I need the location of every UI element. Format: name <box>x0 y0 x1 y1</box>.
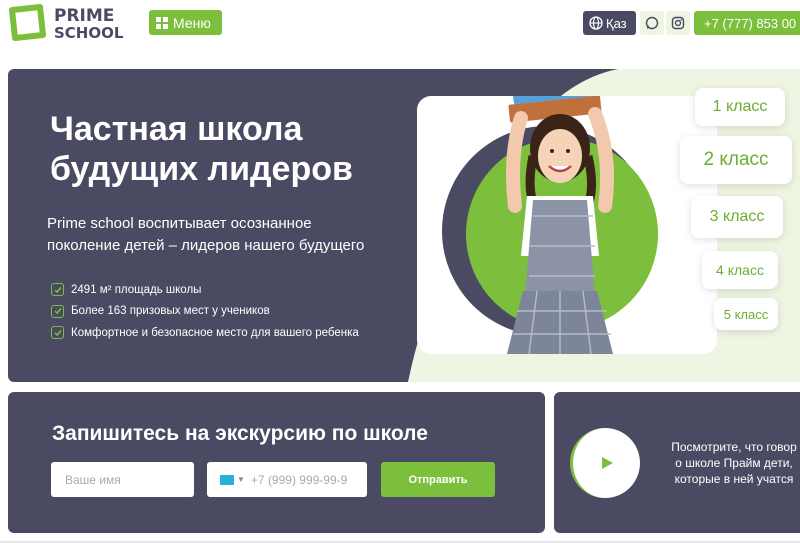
play-button[interactable] <box>570 428 640 498</box>
check-icon <box>51 304 64 318</box>
submit-button[interactable]: Отправить <box>381 462 495 497</box>
video-caption: Посмотрите, что говор о школе Прайм дети… <box>671 440 797 486</box>
feature-item: 2491 м² площадь школы <box>51 279 359 301</box>
whatsapp-button[interactable] <box>640 11 664 35</box>
video-panel: Посмотрите, что говор о школе Прайм дети… <box>554 392 800 533</box>
menu-button[interactable]: Меню <box>149 10 222 35</box>
menu-label: Меню <box>173 14 211 31</box>
class-3-button[interactable]: 3 класс <box>691 196 783 238</box>
globe-icon <box>589 16 603 30</box>
header: PRIME SCHOOL Меню Қаз +7 (777) 853 00 <box>0 0 800 50</box>
class-5-button[interactable]: 5 класс <box>714 298 778 330</box>
instagram-icon <box>671 16 685 30</box>
name-input[interactable]: Ваше имя <box>51 462 194 497</box>
feature-item: Более 163 призовых мест у учеников <box>51 301 359 323</box>
check-icon <box>51 283 64 297</box>
hero-subtitle: Prime school воспитывает осознанное поко… <box>47 215 365 254</box>
feature-list: 2491 м² площадь школы Более 163 призовых… <box>51 279 359 344</box>
hero-section: Частная школа будущих лидеров Prime scho… <box>8 69 800 382</box>
logo-icon <box>9 4 46 41</box>
language-label: Қаз <box>606 15 627 31</box>
student-photo-card <box>417 96 717 354</box>
instagram-button[interactable] <box>666 11 690 35</box>
class-2-button[interactable]: 2 класс <box>680 136 792 184</box>
language-button[interactable]: Қаз <box>583 11 636 35</box>
phone-input[interactable]: ▼ +7 (999) 999-99-9 <box>207 462 367 497</box>
logo[interactable]: PRIME SCHOOL <box>8 4 126 44</box>
form-title: Запишитесь на экскурсию по школе <box>52 422 428 445</box>
feature-item: Комфортное и безопасное место для вашего… <box>51 322 359 344</box>
class-4-button[interactable]: 4 класс <box>702 251 778 289</box>
excursion-form: Запишитесь на экскурсию по школе Ваше им… <box>8 392 545 533</box>
logo-text: PRIME SCHOOL <box>54 8 123 42</box>
grid-icon <box>156 16 168 29</box>
chevron-down-icon[interactable]: ▼ <box>237 475 245 484</box>
phone-placeholder: +7 (999) 999-99-9 <box>250 472 348 487</box>
whatsapp-icon <box>645 16 659 30</box>
hero-title: Частная школа будущих лидеров <box>50 110 353 188</box>
logo-line1: PRIME <box>54 6 115 26</box>
check-icon <box>51 326 64 340</box>
class-1-button[interactable]: 1 класс <box>695 88 785 126</box>
student-illustration <box>442 96 658 354</box>
kz-flag-icon[interactable] <box>220 474 234 485</box>
phone-button[interactable]: +7 (777) 853 00 <box>694 11 800 35</box>
logo-line2: SCHOOL <box>54 24 124 42</box>
play-icon <box>601 457 613 469</box>
